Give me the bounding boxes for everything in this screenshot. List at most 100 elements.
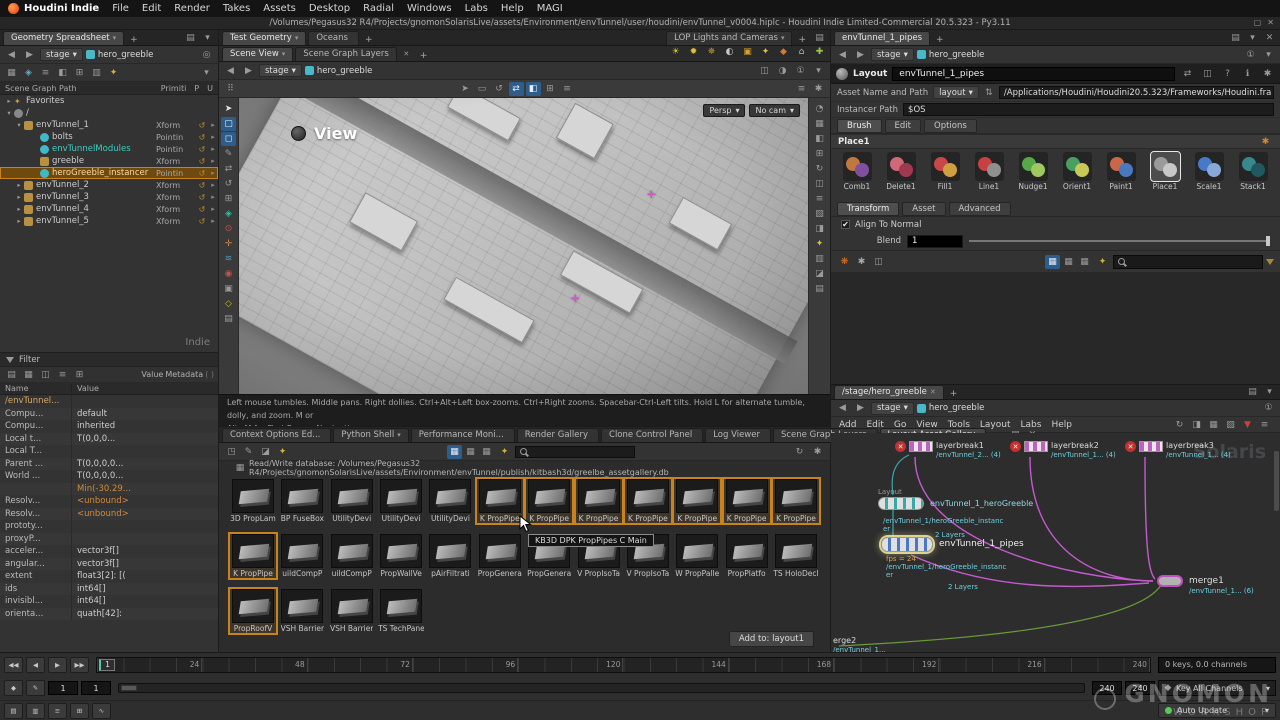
asset-item[interactable]: K PropPipe xyxy=(229,533,277,579)
new-viewer-tab-button[interactable]: + xyxy=(416,51,432,61)
geo-light-icon[interactable]: ◆ xyxy=(776,45,791,59)
play-button[interactable]: ▶ xyxy=(48,657,67,673)
translate-icon[interactable]: ⇄ xyxy=(221,162,236,176)
align-checkbox[interactable]: ✔ xyxy=(841,220,850,229)
scene-graph-row[interactable]: ▾ envTunnel_1 Xform ↺ ▸ xyxy=(0,119,218,131)
attribute-row[interactable]: acceler... vector3f[] xyxy=(0,545,218,558)
attribute-row[interactable]: orienta... quath[42]: xyxy=(0,608,218,621)
network-scrollbar[interactable] xyxy=(1274,451,1279,511)
swap-icon[interactable]: ⇅ xyxy=(984,86,994,100)
grid-snap-icon[interactable]: ▣ xyxy=(221,282,236,296)
asset-item[interactable]: PropWallVe xyxy=(377,533,425,579)
tab[interactable]: Clone Control Panel xyxy=(601,428,703,442)
asset-item[interactable]: 3D PropLam xyxy=(229,478,277,524)
thumbnail-small-icon[interactable]: ▦ xyxy=(447,445,462,459)
app-logo[interactable]: Houdini Indie xyxy=(8,3,99,14)
help-icon[interactable]: ? xyxy=(1220,67,1235,81)
highlight-icon[interactable]: ✦ xyxy=(812,237,827,251)
keyframe-icon[interactable]: ◆ xyxy=(4,680,23,696)
attribute-row[interactable]: proxyP... xyxy=(0,533,218,546)
pane-menu-icon[interactable]: ▤ xyxy=(1228,31,1243,45)
brush-preset[interactable]: Stack1 xyxy=(1232,152,1274,198)
asset-grid[interactable]: 3D PropLam BP FuseBox UtilityDevi Utilit… xyxy=(219,474,830,652)
grid-toggle-icon[interactable]: ▦ xyxy=(812,117,827,131)
add-shelf-button[interactable]: + xyxy=(794,35,810,45)
back-icon[interactable]: ◀ xyxy=(223,64,238,78)
brush-preset[interactable]: Delete1 xyxy=(880,152,922,198)
color-palette-icon[interactable]: ◨ xyxy=(1189,418,1204,432)
thumbnail-medium-icon[interactable]: ▦ xyxy=(1061,255,1076,269)
timeline-ruler[interactable]: 1 24487296120144168192216240 xyxy=(96,657,1151,673)
expand-icon[interactable]: ▸ xyxy=(208,217,218,225)
range-start-field[interactable]: 1 xyxy=(48,681,78,695)
stage-dropdown[interactable]: stage▾ xyxy=(871,48,914,61)
asset-item[interactable]: TS HoloDecl xyxy=(772,533,820,579)
snap-options-icon[interactable]: ▥ xyxy=(26,703,45,719)
viewport-canvas[interactable]: View Persp▾ No cam▾ ✛ ✛ xyxy=(239,98,808,394)
network-menu-icon[interactable]: ≡ xyxy=(1257,418,1272,432)
section-gear-icon[interactable]: ✱ xyxy=(1258,135,1273,149)
asset-item[interactable]: K PropPipe xyxy=(476,478,524,524)
pan-icon[interactable]: ⇄ xyxy=(509,82,524,96)
key-all-channels-dropdown[interactable]: ◆Key All Channels▾ xyxy=(1158,680,1276,696)
list-icon[interactable]: ≡ xyxy=(48,703,67,719)
instance-list-area[interactable] xyxy=(831,272,1280,384)
activate-toggle-icon[interactable]: ↺ xyxy=(196,217,208,226)
more-icon[interactable]: ▾ xyxy=(1261,48,1276,62)
brush-preset[interactable]: Fill1 xyxy=(924,152,966,198)
blend-value-field[interactable]: 1 xyxy=(907,235,963,248)
box-select-icon[interactable]: ▢ xyxy=(221,117,236,131)
tab[interactable]: Log Viewer xyxy=(705,428,771,442)
snapshot-icon[interactable]: ◫ xyxy=(757,64,772,78)
display-mode-icon[interactable]: ▤ xyxy=(221,312,236,326)
menu-item[interactable]: Labs xyxy=(465,3,488,14)
add-light-icon[interactable]: ✚ xyxy=(812,45,827,59)
expand-all-icon[interactable]: ⊞ xyxy=(72,66,87,80)
shelf-menu-icon[interactable]: ▤ xyxy=(812,31,827,45)
mode-tab[interactable]: Options xyxy=(924,119,977,133)
activate-toggle-icon[interactable]: ↺ xyxy=(196,157,208,166)
recook-icon[interactable]: ↻ xyxy=(1172,418,1187,432)
more-icon[interactable]: ▾ xyxy=(811,64,826,78)
maximize-icon[interactable]: ▢ xyxy=(1254,18,1262,27)
camera-dropdown[interactable]: No cam▾ xyxy=(749,104,800,117)
menu-item[interactable]: Edit xyxy=(142,3,161,14)
split-columns-icon[interactable]: ◫ xyxy=(38,368,53,382)
menu-item[interactable]: Takes xyxy=(223,3,250,14)
scene-graph-row[interactable]: greeble Xform ↺ ▸ xyxy=(0,155,218,167)
scene-graph-tree[interactable]: ▸ ✦ Favorites ▾ / ▾ envTunnel_1 Xform ↺ … xyxy=(0,95,218,352)
favorite-filter-icon[interactable]: ✦ xyxy=(275,445,290,459)
activate-toggle-icon[interactable]: ↺ xyxy=(196,169,208,178)
attribute-row[interactable]: Compu... default xyxy=(0,408,218,421)
more-options-icon[interactable]: ▾ xyxy=(199,66,214,80)
attribute-row[interactable]: Compu... inherited xyxy=(0,420,218,433)
mode-tab[interactable]: Edit xyxy=(885,119,921,133)
asset-item[interactable]: PropRoofV xyxy=(229,588,277,634)
tab[interactable]: Oceans xyxy=(308,31,359,45)
asset-item[interactable]: TS TechPane xyxy=(377,588,425,634)
breadcrumb-node[interactable]: hero_greeble xyxy=(86,50,154,60)
back-icon[interactable]: ◀ xyxy=(4,48,19,62)
display-flags-icon[interactable]: ▧ xyxy=(1223,418,1238,432)
attribute-row[interactable]: prototy... xyxy=(0,520,218,533)
tab-envtunnel-pipes[interactable]: envTunnel_1_pipes xyxy=(834,31,930,45)
menu-item[interactable]: Windows xyxy=(407,3,452,14)
asset-mode-dropdown[interactable]: layout▾ xyxy=(933,86,979,99)
tab[interactable]: Test Geometry▾ xyxy=(222,31,306,45)
activate-toggle-icon[interactable]: ↺ xyxy=(196,181,208,190)
tab[interactable]: Context Options Ed... xyxy=(222,428,331,442)
dome-light-icon[interactable]: ◐ xyxy=(722,45,737,59)
drag-handle-icon[interactable]: ⠿ xyxy=(223,82,238,96)
hand-tool-icon[interactable]: ✱ xyxy=(854,255,869,269)
attribute-row[interactable]: Parent ... T(0,0,0,0... xyxy=(0,458,218,471)
asset-item[interactable]: K PropPipe xyxy=(772,478,820,524)
attribute-row[interactable]: Local T... xyxy=(0,445,218,458)
asset-item[interactable]: pAirFiltrati xyxy=(426,533,474,579)
view-menu-icon[interactable]: ≡ xyxy=(812,192,827,206)
attribute-row[interactable]: extent float3[2]: [( xyxy=(0,570,218,583)
settings-icon[interactable]: ✱ xyxy=(811,82,826,96)
instance-search-input[interactable] xyxy=(1113,255,1263,269)
list-view-icon[interactable]: ≡ xyxy=(38,66,53,80)
attributes-grid[interactable]: /envTunnel... Compu... default Compu... … xyxy=(0,395,218,652)
asset-item[interactable]: K PropPipe xyxy=(673,478,721,524)
